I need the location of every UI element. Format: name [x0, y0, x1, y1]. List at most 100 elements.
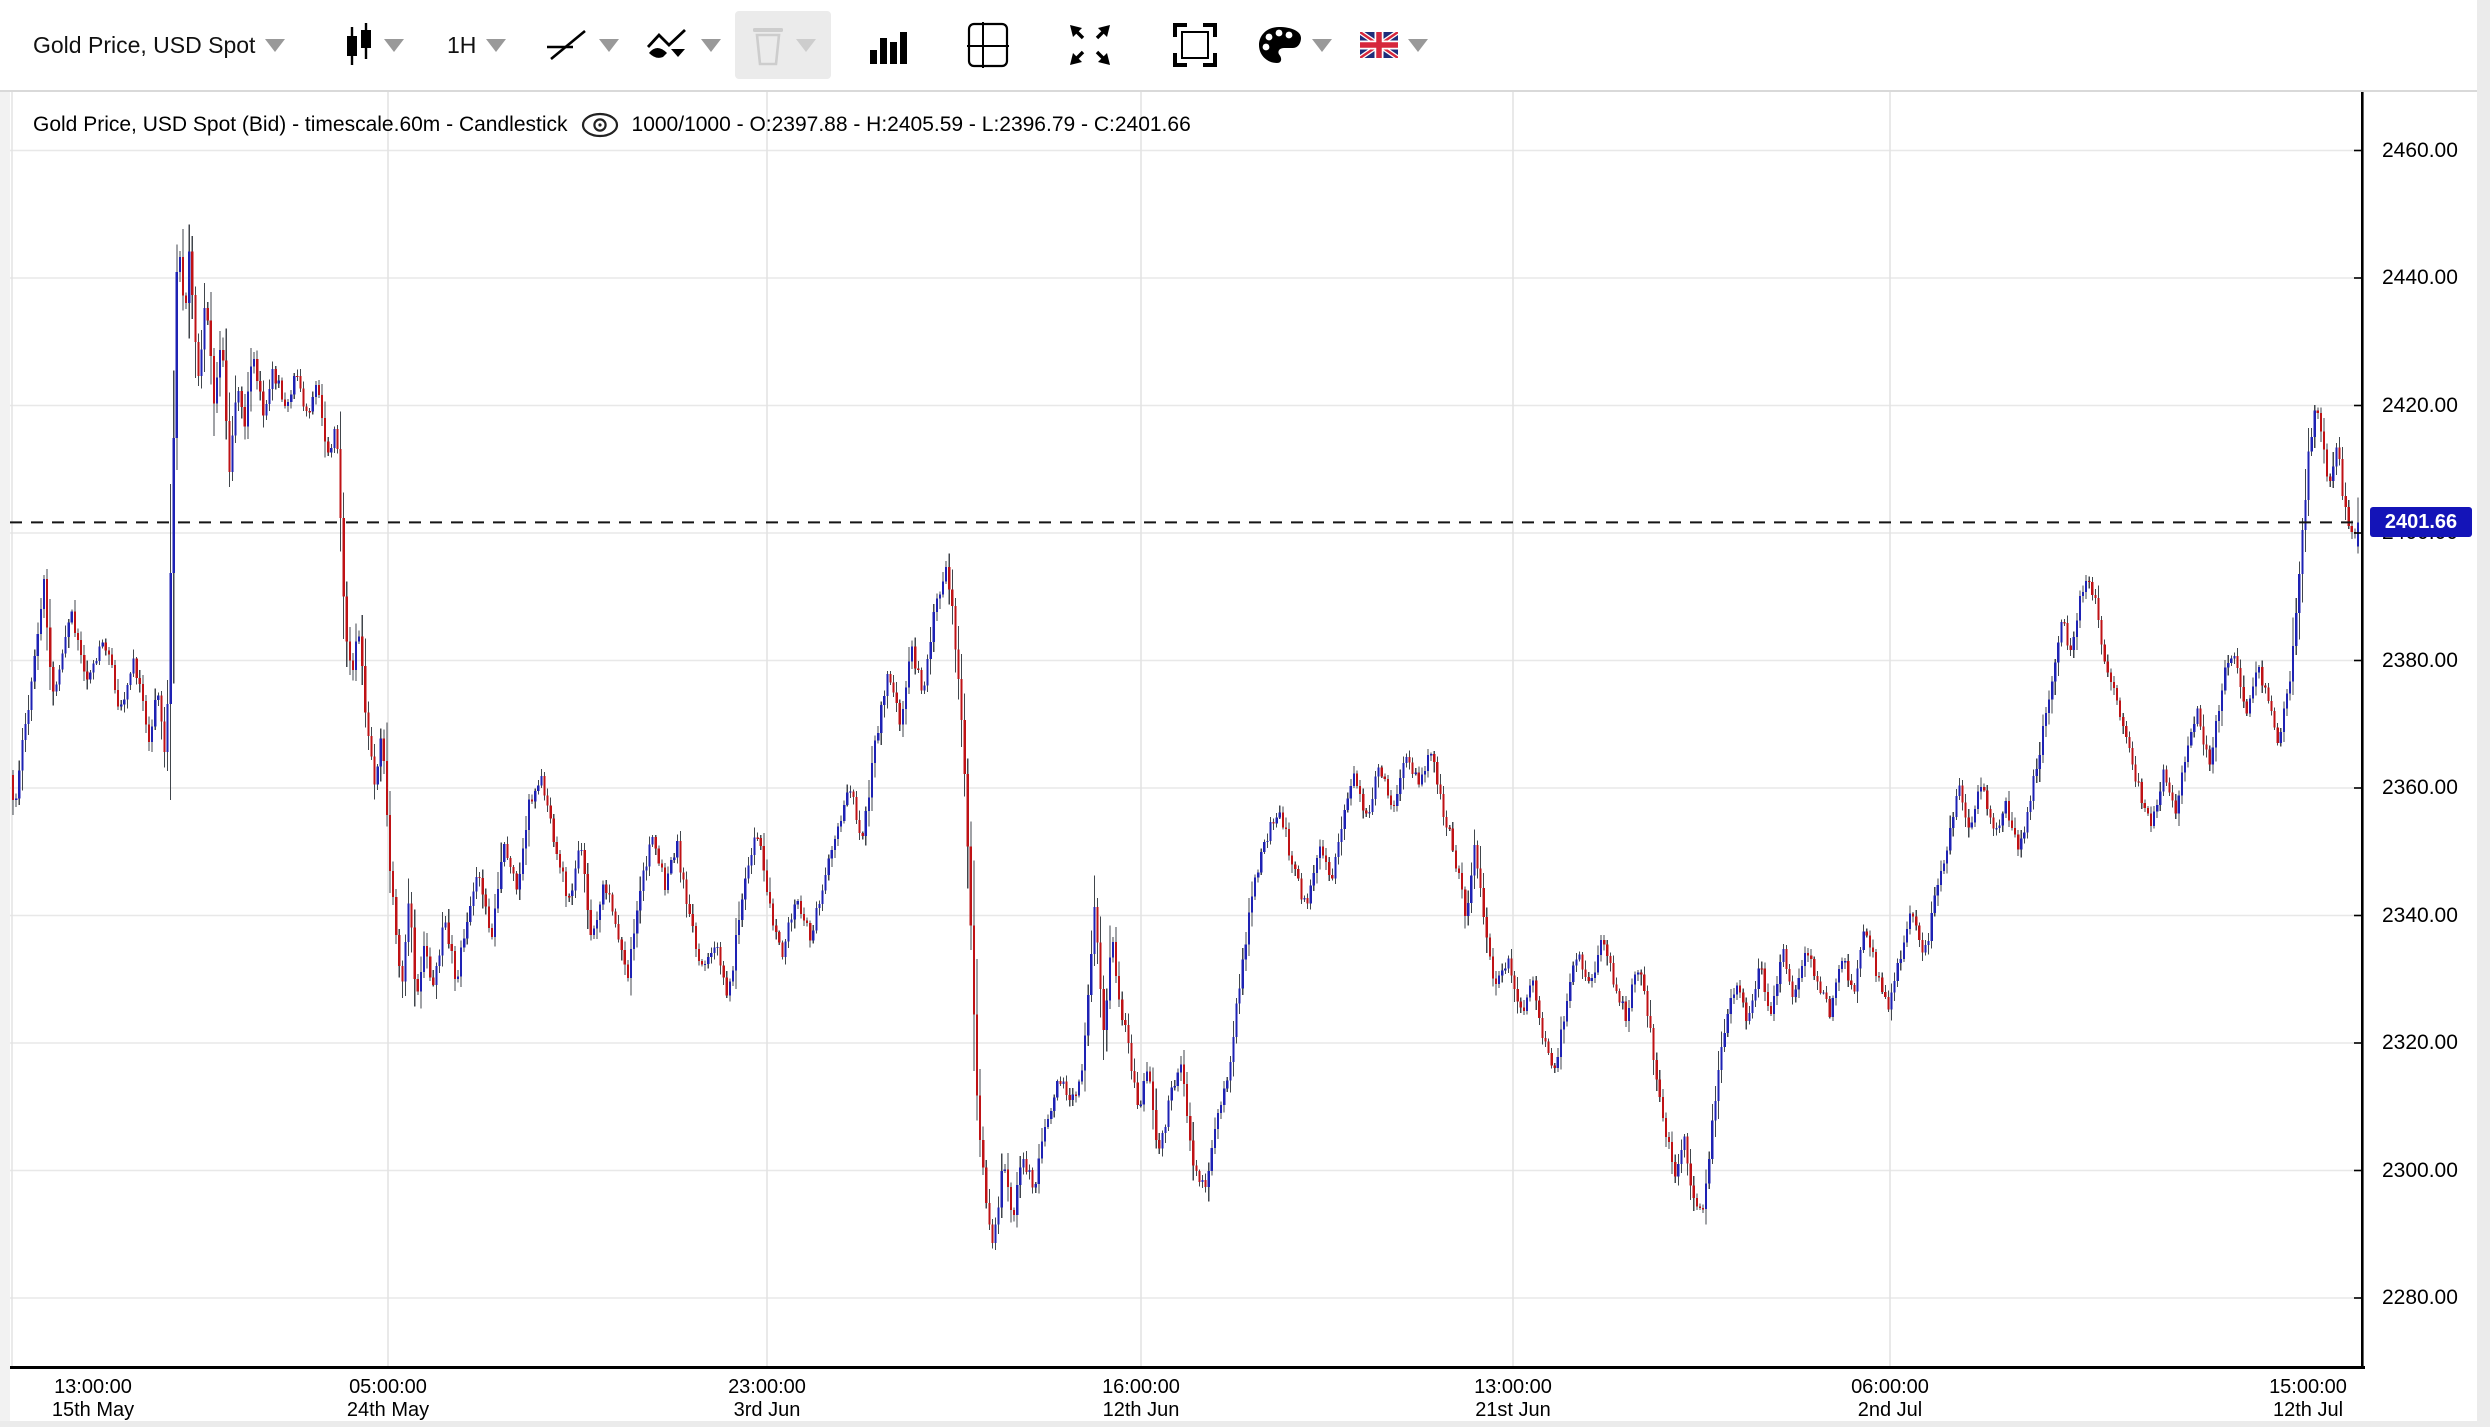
symbol-selector[interactable]: Gold Price, USD Spot [33, 0, 285, 90]
candle-body [2039, 755, 2041, 769]
candle-body [2156, 805, 2158, 812]
candle-body [426, 946, 428, 956]
candle-wick [1823, 990, 1824, 995]
candle-body [1424, 771, 1426, 775]
candle-body [71, 612, 73, 623]
candle-body [1480, 868, 1482, 888]
indicators-button[interactable] [645, 0, 721, 90]
candle-body [1893, 981, 1895, 992]
drawing-tool-button[interactable] [545, 0, 619, 90]
candle-body [846, 792, 848, 805]
candle-body [466, 922, 468, 938]
candle-body [1198, 1171, 1200, 1182]
candle-body [1501, 970, 1503, 975]
candle-body [1776, 984, 1778, 996]
candle-body [852, 791, 854, 797]
candle-body [160, 696, 162, 722]
theme-palette-button[interactable] [1258, 0, 1332, 90]
candle-body [15, 798, 17, 800]
candle-body [2008, 801, 2010, 820]
candle-body [1560, 1029, 1562, 1057]
candle-body [182, 257, 184, 296]
candle-body [2141, 782, 2143, 803]
candle-body [108, 650, 110, 654]
candle-body [2168, 782, 2170, 792]
candle-body [945, 567, 947, 582]
candle-body [1955, 796, 1957, 817]
chevron-down-icon [701, 39, 721, 52]
eye-icon[interactable] [581, 112, 619, 138]
candle-body [2122, 717, 2124, 726]
candle-body [611, 894, 613, 911]
candle-body [1028, 1170, 1030, 1172]
candle-body [1795, 989, 1797, 997]
candle-body [577, 851, 579, 869]
x-axis-label: 13:00:0015th May [3, 1376, 183, 1422]
candle-body [1668, 1137, 1670, 1142]
candle-body [1724, 1033, 1726, 1047]
candle-body [707, 957, 709, 964]
candle-body [2085, 581, 2087, 592]
candle-body [1399, 778, 1401, 794]
candle-body [299, 376, 301, 388]
crosshair-toggle-button[interactable] [966, 0, 1010, 90]
indicators-icon [645, 25, 691, 65]
candle-body [315, 385, 317, 397]
expand-button[interactable] [1068, 0, 1112, 90]
candlestick-chart[interactable] [0, 90, 2490, 1427]
candle-body [1192, 1140, 1194, 1165]
candle-body [2060, 622, 2062, 642]
candle-body [797, 901, 799, 904]
candle-body [1143, 1081, 1145, 1105]
candle-wick [1638, 970, 1639, 981]
candle-body [1319, 846, 1321, 857]
candle-body [831, 850, 833, 858]
candle-body [859, 820, 861, 833]
x-axis-line [0, 1366, 2365, 1369]
candle-body [1084, 1035, 1086, 1070]
candle-body [979, 1095, 981, 1140]
candle-body [479, 877, 481, 878]
candle-body [2011, 821, 2013, 828]
candle-body [2100, 620, 2102, 645]
candle-body [65, 637, 67, 654]
candle-body [645, 866, 647, 870]
candle-body [475, 877, 477, 891]
candle-body [1421, 775, 1423, 785]
trash-icon [750, 23, 786, 67]
language-selector[interactable] [1360, 0, 1428, 90]
fullscreen-button[interactable] [1172, 0, 1218, 90]
candle-wick [1267, 833, 1268, 848]
chart-plot-area[interactable] [0, 90, 2490, 1427]
candle-body [1350, 786, 1352, 798]
toolbar: Gold Price, USD Spot 1H [0, 0, 2490, 92]
candle-body [1359, 786, 1361, 794]
candle-body [689, 904, 691, 914]
candle-body [1949, 828, 1951, 851]
candle-body [1520, 1001, 1522, 1007]
candle-body [278, 380, 280, 383]
candle-body [1288, 829, 1290, 856]
candle-body [1442, 794, 1444, 817]
right-gutter [2477, 0, 2490, 1427]
candle-body [377, 767, 379, 785]
candle-body [370, 736, 372, 757]
candle-body [883, 696, 885, 705]
candle-wick [717, 942, 718, 955]
candle-body [95, 661, 97, 664]
candle-body [1931, 913, 1933, 941]
candle-body [818, 904, 820, 908]
candle-body [880, 705, 882, 733]
candle-body [1924, 945, 1926, 952]
candle-body [1572, 965, 1574, 981]
volume-bars-icon [868, 24, 910, 66]
candle-body [800, 901, 802, 914]
candle-body [686, 879, 688, 904]
volume-toggle-button[interactable] [868, 0, 910, 90]
timeframe-selector[interactable]: 1H [447, 0, 506, 90]
candle-body [726, 978, 728, 996]
candle-body [750, 855, 752, 865]
chart-type-button[interactable] [344, 0, 404, 90]
candle-body [1004, 1170, 1006, 1172]
delete-drawings-button[interactable] [735, 11, 831, 79]
